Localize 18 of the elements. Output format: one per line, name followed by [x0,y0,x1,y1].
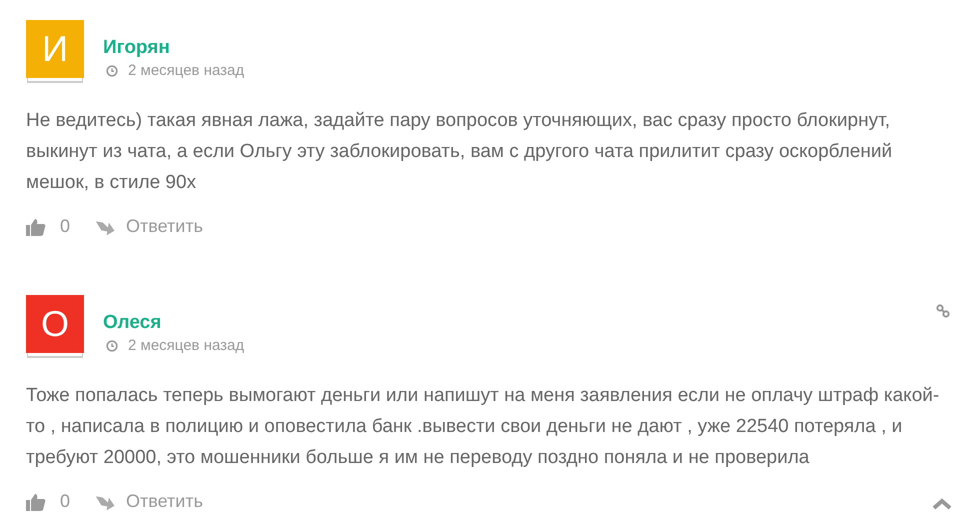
clock-icon [106,64,118,76]
avatar: О [26,295,84,353]
thumbs-up-icon[interactable] [26,492,46,510]
comment-time: 2 месяцев назад [128,62,244,79]
scroll-top-icon[interactable] [932,498,952,510]
like-count: 0 [60,491,70,512]
link-icon[interactable] [936,304,950,318]
reply-button[interactable]: Ответить [94,216,203,237]
author-name[interactable]: Олеся [103,312,244,334]
reply-button[interactable]: Ответить [94,491,203,512]
comment-text: Не ведитесь) такая явная лажа, задайте пару вопросов уточняющих, вас сразу просто блокирнут, выкинут из чата, а если Ольгу эту заблокировать, вам с другого чата прилитит сразу оскорблений мешок, в стиле 90х [26,109,894,195]
clock-icon [106,340,118,352]
thumbs-up-icon[interactable] [26,218,46,236]
author-name[interactable]: Игорян [103,37,244,59]
like-count: 0 [60,216,70,237]
avatar: И [26,20,84,78]
comment-text: Тоже попалась теперь вымогают деньги или напишут на меня заявления если не оплачу штраф какой-то , написала в полицию и оповестила банк .вывести свои деньги не дают , уже 22540 потеряла , и требуют 20000, это мошенники больше я им не переводу поздно поняла и не проверила [26,384,940,470]
comment-time: 2 месяцев назад [128,337,244,354]
